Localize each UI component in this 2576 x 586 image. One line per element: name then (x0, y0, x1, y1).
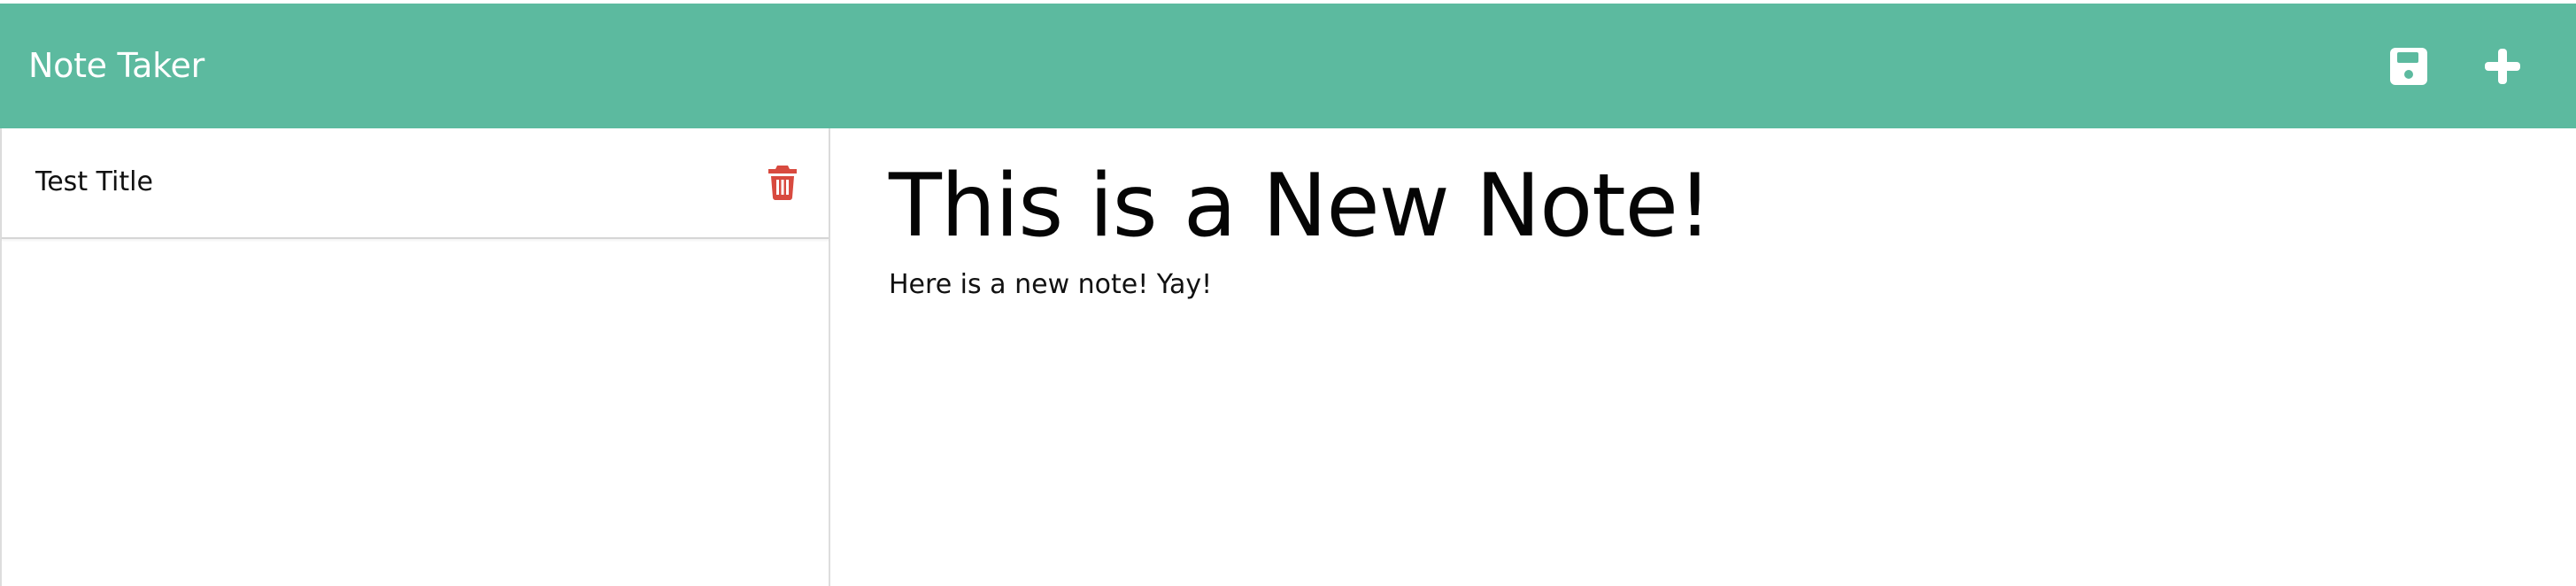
notes-sidebar: Test Title (0, 128, 830, 586)
note-list-item[interactable]: Test Title (2, 128, 829, 239)
note-title-field[interactable]: This is a New Note! (889, 153, 1712, 259)
plus-icon (2485, 49, 2520, 84)
app-title: Note Taker (28, 46, 204, 85)
note-editor: This is a New Note! Here is a new note! … (830, 128, 2576, 586)
trash-icon (768, 166, 797, 200)
delete-note-button[interactable] (765, 162, 800, 201)
note-taker-app: Note Taker Test Title This is a New Note… (0, 0, 2576, 586)
save-note-button[interactable] (2387, 44, 2431, 89)
note-title-label: Test Title (35, 166, 153, 197)
top-navbar: Note Taker (0, 4, 2576, 128)
save-icon (2390, 48, 2427, 85)
note-list: Test Title (2, 128, 829, 239)
new-note-button[interactable] (2480, 44, 2525, 89)
note-body-field[interactable]: Here is a new note! Yay! (889, 267, 1212, 303)
